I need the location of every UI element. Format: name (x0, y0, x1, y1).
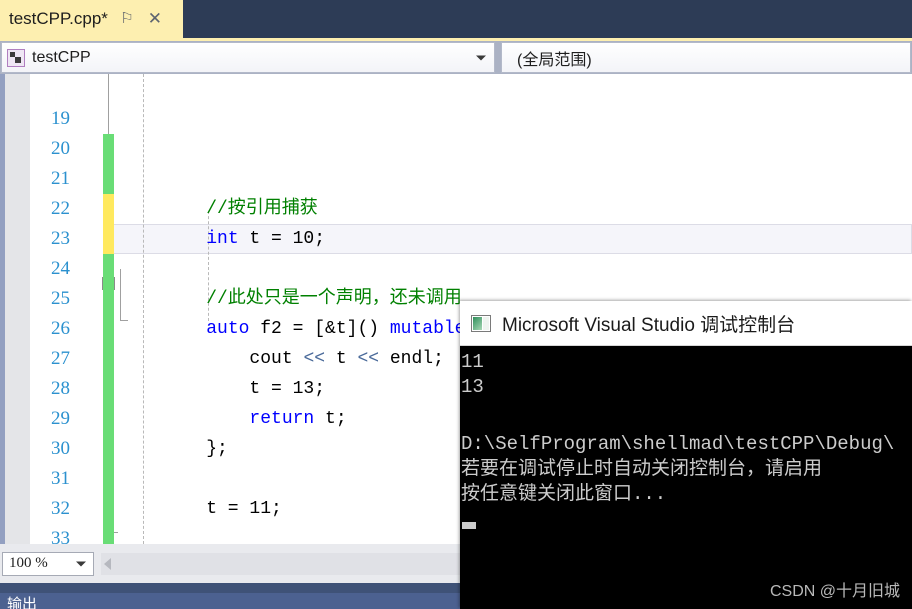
console-line: D:\SelfProgram\shellmad\testCPP\Debug\ (461, 433, 895, 455)
code-line[interactable]: 22 (30, 164, 912, 254)
close-icon[interactable]: ✕ (146, 10, 164, 28)
zoom-level-dropdown[interactable]: 100 % (2, 551, 94, 576)
breakpoint-margin[interactable] (5, 74, 30, 544)
console-line: 11 (461, 351, 484, 373)
console-title: Microsoft Visual Studio 调试控制台 (502, 314, 796, 336)
chevron-down-icon[interactable] (76, 561, 86, 566)
code-line[interactable]: 21 int t = 10; (30, 134, 912, 249)
code-line[interactable]: 24 auto f2 = [&t]() mutable { (30, 224, 912, 339)
project-scope-dropdown[interactable]: testCPP (1, 42, 495, 73)
console-cursor (462, 522, 476, 529)
zoom-level-value: 100 % (9, 555, 48, 571)
member-scope-value: (全局范围) (517, 51, 592, 69)
pin-icon[interactable]: ⚐ (118, 10, 136, 28)
chevron-down-icon[interactable] (476, 55, 486, 60)
scroll-left-arrow-icon[interactable] (104, 557, 111, 570)
code-line[interactable]: 25 cout << t << endl; (30, 254, 912, 369)
code-line[interactable]: 19 (30, 74, 912, 164)
csdn-watermark: CSDN @十月旧城 (769, 583, 900, 600)
code-line[interactable]: 23 //此处只是一个声明，还未调用 (30, 194, 912, 309)
console-line: 13 (461, 376, 484, 398)
tab-testcpp-cpp[interactable]: testCPP.cpp* ⚐ ✕ (0, 0, 183, 38)
output-pane-label: 输出 (7, 596, 38, 609)
member-scope-dropdown[interactable]: (全局范围) (501, 42, 911, 73)
navigation-bar: testCPP (全局范围) (0, 41, 912, 74)
code-line[interactable]: 20 //按引用捕获 (30, 104, 912, 219)
console-output-area[interactable]: 11 13 D:\SelfProgram\shellmad\testCPP\De… (460, 346, 912, 609)
project-icon (7, 48, 25, 67)
console-line: 若要在调试停止时自动关闭控制台，请启用 (461, 458, 823, 480)
console-window-icon (471, 314, 491, 332)
editor-tab-strip: testCPP.cpp* ⚐ ✕ (0, 0, 912, 38)
console-title-bar[interactable]: Microsoft Visual Studio 调试控制台 (460, 301, 912, 346)
debug-console-window[interactable]: Microsoft Visual Studio 调试控制台 11 13 D:\S… (460, 301, 912, 609)
tab-label: testCPP.cpp* (9, 9, 108, 28)
project-scope-value: testCPP (32, 48, 91, 66)
console-line: 按任意键关闭此窗口... (461, 483, 667, 505)
